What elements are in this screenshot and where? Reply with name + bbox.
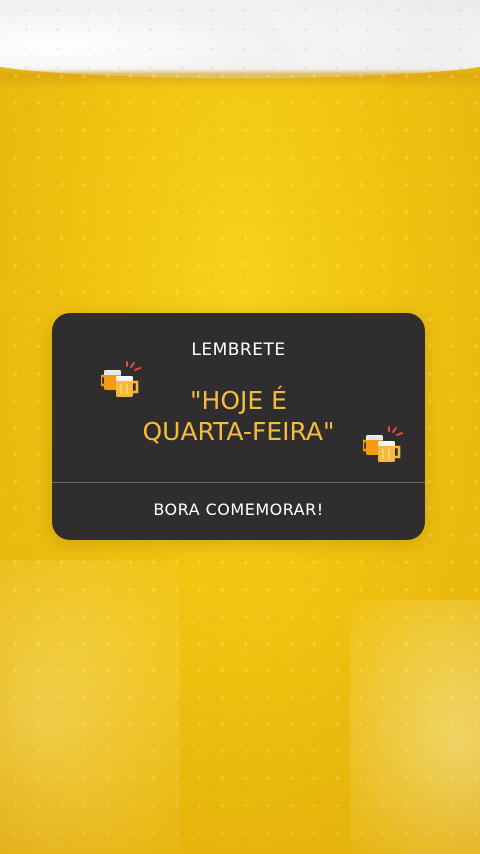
reminder-card: LEMBRETE "HOJE É QUARTA-FEIRA" BORA COME… [52, 313, 425, 540]
card-label: LEMBRETE [191, 340, 286, 360]
card-footer: BORA COMEMORAR! [153, 500, 324, 519]
headline-line-1: "HOJE É [190, 386, 287, 415]
card-divider [52, 482, 425, 483]
beer-mugs-icon [361, 425, 405, 467]
